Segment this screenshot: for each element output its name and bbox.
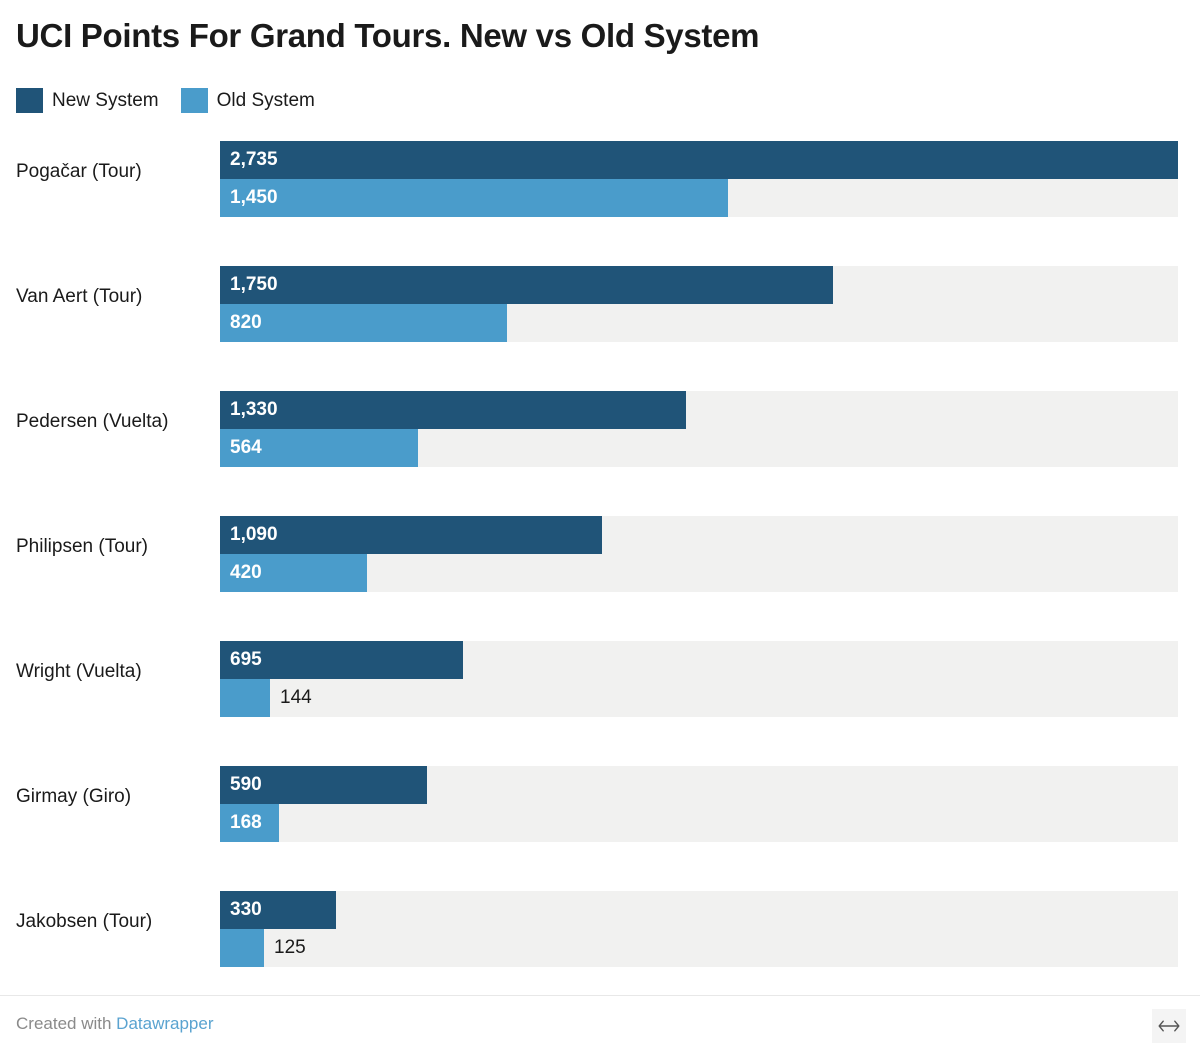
category-label: Girmay (Giro) — [16, 786, 132, 807]
chart-legend: New System Old System — [16, 88, 315, 113]
bar-track-stack: 1,750 820 — [220, 266, 1178, 342]
bar-group: Wright (Vuelta) 695 144 — [0, 635, 1200, 717]
bar-track: 1,450 — [220, 179, 1178, 217]
bar-group: Pedersen (Vuelta) 1,330 564 — [0, 385, 1200, 467]
bar-value-label: 1,090 — [230, 524, 278, 545]
bar-value-label: 168 — [230, 812, 262, 833]
square-swatch-icon — [180, 88, 208, 113]
bar-track-stack: 1,090 420 — [220, 516, 1178, 592]
bar-group: Pogačar (Tour) 2,735 1,450 — [0, 135, 1200, 217]
bar-old-system[interactable] — [220, 304, 507, 342]
category-label: Van Aert (Tour) — [16, 286, 143, 307]
plot-area: Pogačar (Tour) 2,735 1,450 Van Aert (Tour) 1… — [0, 135, 1200, 995]
bar-value-label: 1,450 — [230, 187, 278, 208]
legend-label-old-system: Old System — [216, 90, 315, 111]
category-label: Philipsen (Tour) — [16, 536, 148, 557]
bar-old-system[interactable] — [220, 929, 264, 967]
category-label: Wright (Vuelta) — [16, 661, 142, 682]
bar-track: 125 — [220, 929, 1178, 967]
bar-value-label: 1,750 — [230, 274, 278, 295]
bar-value-label: 125 — [274, 937, 306, 958]
bar-group: Van Aert (Tour) 1,750 820 — [0, 260, 1200, 342]
credit-prefix: Created with — [16, 1014, 112, 1033]
bar-track: 420 — [220, 554, 1178, 592]
bar-value-label: 144 — [280, 687, 312, 708]
bar-old-system[interactable] — [220, 679, 270, 717]
square-swatch-icon — [16, 88, 43, 113]
credit-text: Created with Datawrapper — [16, 1014, 214, 1034]
bar-value-label: 564 — [230, 437, 262, 458]
page-title: UCI Points For Grand Tours. New vs Old S… — [16, 17, 760, 54]
bar-group: Philipsen (Tour) 1,090 420 — [0, 510, 1200, 592]
datawrapper-link[interactable]: Datawrapper — [116, 1014, 213, 1033]
bar-value-label: 695 — [230, 649, 262, 670]
bar-value-label: 330 — [230, 899, 262, 920]
category-label: Pogačar (Tour) — [16, 161, 142, 182]
bar-track-stack: 2,735 1,450 — [220, 141, 1178, 217]
bar-group: Jakobsen (Tour) 330 125 — [0, 885, 1200, 967]
bar-old-system[interactable] — [220, 179, 728, 217]
bar-track: 590 — [220, 766, 1178, 804]
legend-item-old-system[interactable]: Old System — [180, 88, 315, 113]
bar-value-label: 2,735 — [230, 149, 278, 170]
bar-value-label: 1,330 — [230, 399, 278, 420]
bar-track: 168 — [220, 804, 1178, 842]
category-label: Jakobsen (Tour) — [16, 911, 153, 932]
bar-track-stack: 1,330 564 — [220, 391, 1178, 467]
bar-track: 1,750 — [220, 266, 1178, 304]
bar-new-system[interactable] — [220, 266, 833, 304]
bar-track: 2,735 — [220, 141, 1178, 179]
bar-track: 1,330 — [220, 391, 1178, 429]
bar-track-stack: 330 125 — [220, 891, 1178, 967]
legend-label-new-system: New System — [52, 90, 159, 111]
bar-track: 695 — [220, 641, 1178, 679]
bar-track-stack: 590 168 — [220, 766, 1178, 842]
bar-value-label: 590 — [230, 774, 262, 795]
bar-track: 330 — [220, 891, 1178, 929]
bar-value-label: 820 — [230, 312, 262, 333]
bar-track-stack: 695 144 — [220, 641, 1178, 717]
bar-track: 1,090 — [220, 516, 1178, 554]
chart-footer: Created with Datawrapper — [0, 995, 1200, 1058]
chart-container: UCI Points For Grand Tours. New vs Old S… — [0, 0, 1200, 1058]
bar-track: 564 — [220, 429, 1178, 467]
category-label: Pedersen (Vuelta) — [16, 411, 169, 432]
horizontal-resize-arrows-icon[interactable] — [1152, 1009, 1186, 1043]
bar-value-label: 420 — [230, 562, 262, 583]
legend-item-new-system[interactable]: New System — [16, 88, 159, 113]
bar-track: 144 — [220, 679, 1178, 717]
bar-new-system[interactable] — [220, 391, 686, 429]
bar-group: Girmay (Giro) 590 168 — [0, 760, 1200, 842]
bar-track: 820 — [220, 304, 1178, 342]
bar-new-system[interactable] — [220, 141, 1178, 179]
